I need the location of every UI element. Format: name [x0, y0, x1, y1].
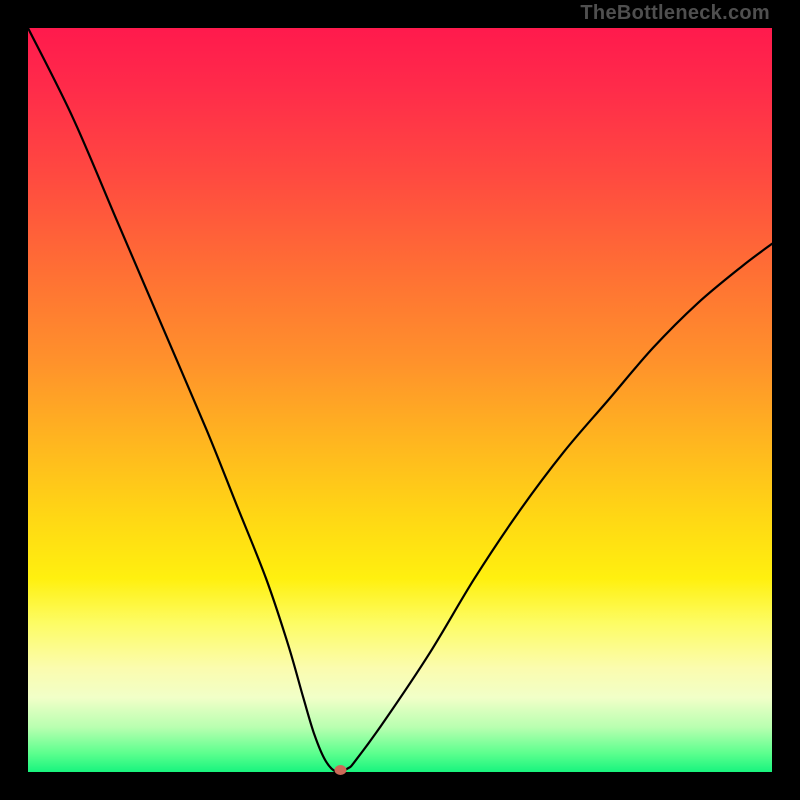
optimum-marker [334, 765, 346, 775]
chart-frame: TheBottleneck.com [0, 0, 800, 800]
plot-area [28, 28, 772, 772]
bottleneck-curve [28, 28, 772, 772]
curve-svg [28, 28, 772, 772]
watermark-text: TheBottleneck.com [580, 2, 770, 25]
